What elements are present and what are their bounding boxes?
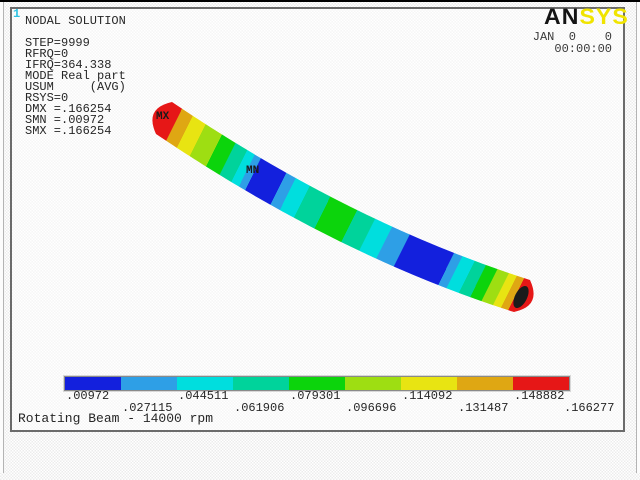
beam-body: [152, 102, 534, 312]
legend-segment: [233, 377, 289, 390]
plot-caption: Rotating Beam - 14000 rpm: [18, 411, 214, 426]
datetime-block: JAN 0 0 00:00:00: [533, 31, 612, 55]
legend-value: .166277: [564, 401, 615, 415]
legend-value: .079301: [290, 389, 341, 403]
ansys-logo-sys: SYS: [579, 4, 629, 29]
max-displacement-marker: MX: [156, 111, 170, 123]
legend-segment: [121, 377, 177, 390]
info-line-title: NODAL SOLUTION: [25, 14, 126, 28]
legend-value: .061906: [234, 401, 285, 415]
ansys-logo-an: AN: [544, 4, 580, 29]
legend-segment: [345, 377, 401, 390]
min-displacement-marker: MN: [246, 165, 260, 177]
info-line-smx: SMX =.166254: [25, 124, 112, 138]
legend-value: .131487: [458, 401, 509, 415]
solution-info-block: NODAL SOLUTION STEP=9999 RFRQ=0 IFRQ=364…: [25, 14, 126, 138]
legend-value: .00972: [66, 389, 110, 403]
legend-value: .096696: [346, 401, 397, 415]
legend-value: .114092: [402, 389, 453, 403]
legend-segment: [457, 377, 513, 390]
time-text: 00:00:00: [554, 42, 612, 56]
legend-value: .044511: [178, 389, 229, 403]
legend-value: .148882: [514, 389, 565, 403]
ansys-graphics-window: 1 MX MN NODAL SOLUTION STEP=9999 RFRQ=0 …: [0, 0, 640, 480]
ansys-logo: ANSYS: [544, 6, 629, 28]
